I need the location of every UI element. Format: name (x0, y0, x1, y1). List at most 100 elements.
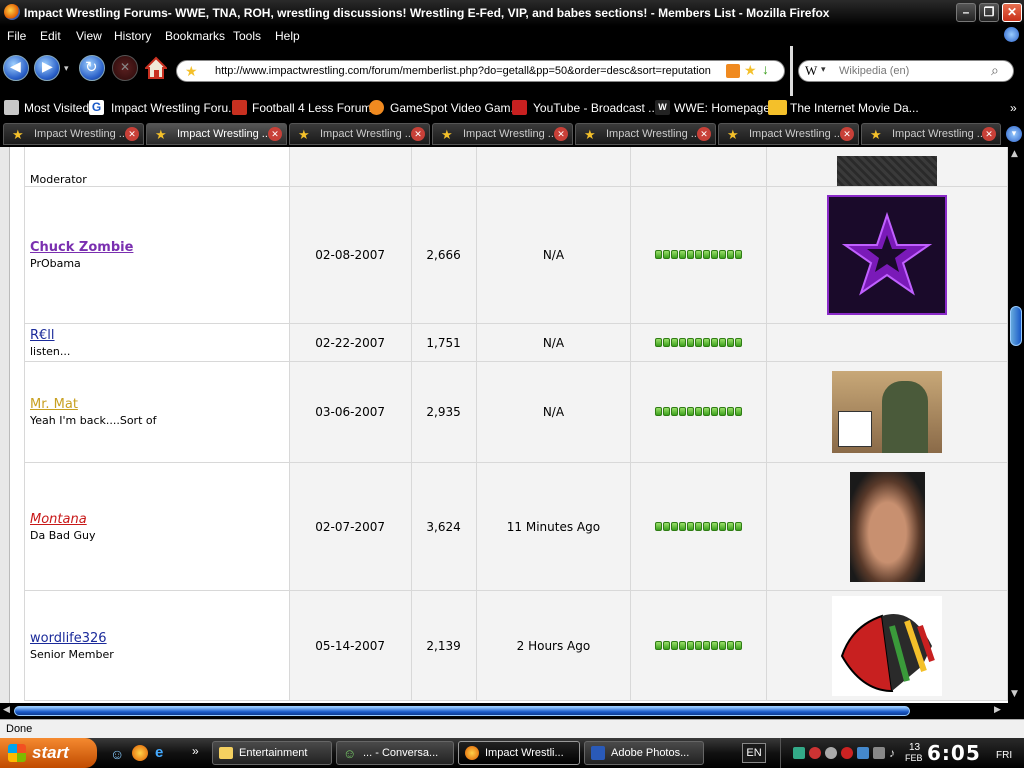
all-tabs-button[interactable]: ▾ (1006, 126, 1022, 142)
member-username-link[interactable]: Montana (30, 512, 284, 527)
search-box[interactable]: W ▾ Wikipedia (en) ⌕ (798, 60, 1014, 82)
task-entertainment[interactable]: Entertainment (212, 741, 332, 765)
back-arrow-icon: ◀ (10, 59, 21, 75)
url-bar[interactable]: ★ http://www.impactwrestling.com/forum/m… (176, 60, 785, 82)
avatar-blackhawks-logo-image[interactable] (832, 595, 943, 696)
avatar-purple-star-image[interactable] (827, 195, 948, 315)
avatar-scarface-image[interactable] (849, 471, 925, 582)
member-title: Moderator (30, 173, 87, 186)
reputation-bar[interactable] (654, 336, 743, 347)
bookmark-football-4-less[interactable]: Football 4 Less Forums (252, 101, 377, 115)
reputation-pip-icon (710, 250, 718, 259)
menu-bookmarks[interactable]: Bookmarks (165, 29, 225, 43)
download-arrow-icon[interactable]: ↓ (762, 61, 769, 77)
bookmark-most-visited[interactable]: Most Visited (24, 101, 89, 115)
language-indicator[interactable]: EN (742, 743, 766, 763)
menu-history[interactable]: History (114, 29, 151, 43)
bookmark-star-icon[interactable]: ★ (744, 62, 757, 79)
forward-button[interactable]: ▶ (34, 55, 60, 81)
restore-button[interactable]: ❐ (979, 3, 999, 22)
avatar-dark-image[interactable] (837, 156, 938, 186)
horizontal-scroll-thumb[interactable] (14, 706, 910, 716)
url-text: http://www.impactwrestling.com/forum/mem… (215, 65, 711, 77)
bookmark-wwe[interactable]: WWE: Homepage (674, 101, 770, 115)
toolbar-splitter[interactable] (790, 46, 793, 96)
tray-user-icon[interactable] (825, 747, 837, 759)
history-dropdown-icon[interactable]: ▾ (64, 64, 69, 74)
reputation-bar[interactable] (654, 520, 743, 531)
bookmark-youtube[interactable]: YouTube - Broadcast ... (533, 101, 658, 115)
tab-close-icon[interactable]: ✕ (125, 127, 139, 141)
task-impact-wrestling[interactable]: Impact Wrestli... (458, 741, 580, 765)
tray-antivirus-icon[interactable] (809, 747, 821, 759)
tray-alert-icon[interactable] (841, 747, 853, 759)
menu-bar: File Edit View History Bookmarks Tools H… (0, 26, 1024, 46)
tab-6[interactable]: ★ Impact Wrestling ... ✕ (718, 123, 859, 145)
menu-tools[interactable]: Tools (233, 29, 261, 43)
menu-file[interactable]: File (7, 29, 26, 43)
tab-2-active[interactable]: ★ Impact Wrestling ... ✕ (146, 123, 287, 145)
reload-button[interactable]: ↻ (79, 55, 105, 81)
task-adobe-photoshop[interactable]: Adobe Photos... (584, 741, 704, 765)
wikipedia-engine-icon[interactable]: W (805, 63, 817, 79)
menu-view[interactable]: View (76, 29, 102, 43)
member-username-link[interactable]: Mr. Mat (30, 397, 284, 412)
bookmark-impact-wrestling[interactable]: Impact Wrestling Foru... (111, 101, 238, 115)
scroll-right-arrow-icon[interactable]: ▶ (994, 705, 1001, 715)
menu-help[interactable]: Help (275, 29, 300, 43)
tray-volume-icon[interactable]: ♪ (889, 746, 895, 760)
start-button[interactable]: start (0, 738, 97, 768)
clock-time[interactable]: 6:05 (927, 741, 981, 765)
reputation-bar[interactable] (654, 639, 743, 650)
rss-feed-icon[interactable] (726, 64, 740, 78)
reputation-bar[interactable] (654, 405, 743, 416)
bookmark-gamespot[interactable]: GameSpot Video Gam... (390, 101, 521, 115)
tab-5[interactable]: ★ Impact Wrestling ... ✕ (575, 123, 716, 145)
search-icon[interactable]: ⌕ (991, 62, 999, 79)
vertical-scrollbar[interactable]: ▲ ▼ (1008, 147, 1024, 703)
tab-1[interactable]: ★ Impact Wrestling ... ✕ (3, 123, 144, 145)
quicklaunch-overflow-icon[interactable]: » (192, 744, 199, 758)
tab-3[interactable]: ★ Impact Wrestling ... ✕ (289, 123, 430, 145)
tab-close-icon[interactable]: ✕ (697, 127, 711, 141)
member-username-link[interactable]: R€ll (30, 328, 284, 343)
task-conversation[interactable]: ☺ ... - Conversa... (336, 741, 454, 765)
reputation-bar[interactable] (654, 248, 743, 259)
window-title: Impact Wrestling Forums- WWE, TNA, ROH, … (24, 6, 830, 20)
messenger-quicklaunch-icon[interactable]: ☺ (110, 746, 124, 762)
clock-month: FEB (905, 753, 923, 763)
menu-edit[interactable]: Edit (40, 29, 61, 43)
minimize-button[interactable]: – (956, 3, 976, 22)
engine-dropdown-icon[interactable]: ▾ (821, 64, 826, 75)
tab-7[interactable]: ★ Impact Wrestling ... ✕ (861, 123, 1001, 145)
avatar-gta-image[interactable] (832, 371, 943, 453)
bookmarks-overflow-icon[interactable]: » (1010, 101, 1017, 115)
tab-close-icon[interactable]: ✕ (554, 127, 568, 141)
home-button[interactable] (143, 56, 169, 80)
bandit-figure-icon (882, 381, 929, 453)
scroll-down-arrow-icon[interactable]: ▼ (1011, 689, 1018, 699)
ie-quicklaunch-icon[interactable]: e (155, 744, 163, 761)
tray-monitor-icon[interactable] (873, 747, 885, 759)
tray-network-icon[interactable] (793, 747, 805, 759)
tab-close-icon[interactable]: ✕ (411, 127, 425, 141)
tab-close-icon[interactable]: ✕ (840, 127, 854, 141)
tab-close-icon[interactable]: ✕ (268, 127, 282, 141)
member-username-link[interactable]: wordlife326 (30, 631, 284, 646)
tab-close-icon[interactable]: ✕ (982, 127, 996, 141)
scroll-up-arrow-icon[interactable]: ▲ (1011, 149, 1018, 159)
tray-display-icon[interactable] (857, 747, 869, 759)
scroll-left-arrow-icon[interactable]: ◀ (3, 705, 10, 715)
member-posts-cell: 1,751 (410, 323, 477, 362)
tab-label: Impact Wrestling ... (463, 128, 557, 140)
stop-button[interactable]: ✕ (112, 55, 138, 81)
back-button[interactable]: ◀ (3, 55, 29, 81)
member-row: Montana Da Bad Guy 02-07-2007 3,624 11 Minut… (24, 462, 1008, 591)
close-button[interactable]: ✕ (1002, 3, 1022, 22)
member-username-link[interactable]: Chuck Zombie (30, 240, 284, 255)
tab-4[interactable]: ★ Impact Wrestling ... ✕ (432, 123, 573, 145)
firefox-quicklaunch-icon[interactable] (132, 745, 148, 761)
member-row: Chuck Zombie PrObama 02-08-2007 2,666 N/A (24, 186, 1008, 324)
bookmark-imdb[interactable]: The Internet Movie Da... (790, 101, 919, 115)
vertical-scroll-thumb[interactable] (1010, 306, 1022, 346)
